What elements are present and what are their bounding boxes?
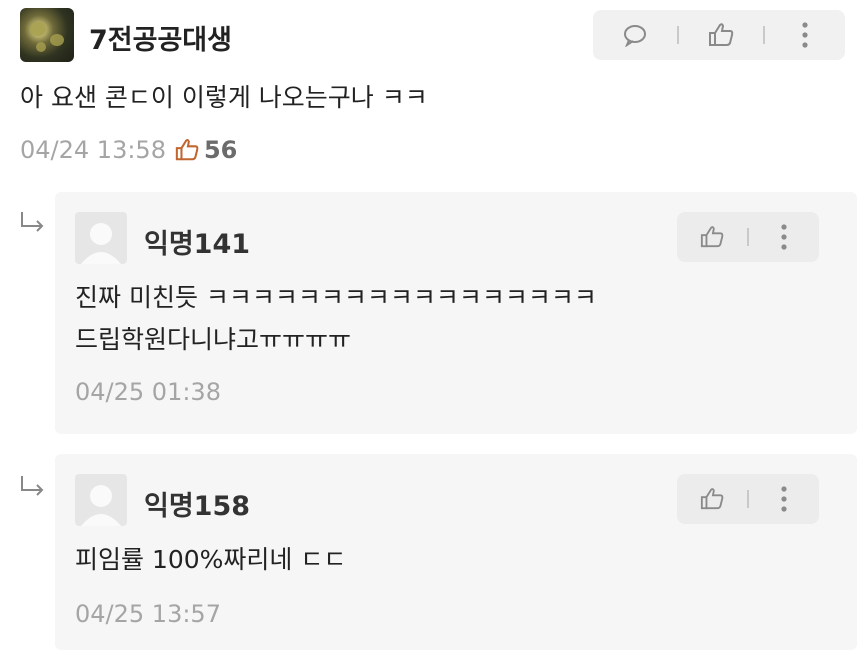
like-button[interactable] <box>679 22 763 48</box>
more-button[interactable] <box>749 223 819 251</box>
reply-text-line: 피임률 100%짜리네 ㄷㄷ <box>75 545 347 574</box>
reply-comment: 익명158 피임률 100%짜리네 ㄷㄷ 04/25 13:57 <box>55 454 857 650</box>
like-button[interactable] <box>677 225 747 249</box>
comment-text: 아 요샌 콘ㄷ이 이렇게 나오는구나 ㅋㅋ <box>20 83 428 112</box>
like-count: 56 <box>174 136 237 164</box>
more-icon <box>781 486 787 512</box>
main-comment: 7전공공대생 아 요샌 콘ㄷ이 이렇게 나오는구나 ㅋㅋ 04/24 13:58 <box>0 0 865 190</box>
more-icon <box>781 224 787 250</box>
reply-date: 04/25 01:38 <box>75 378 221 406</box>
thumbs-up-icon <box>175 139 199 161</box>
reply-author[interactable]: 익명158 <box>144 484 250 523</box>
reply-text-line: 드립학원다니냐고ㅠㅠㅠㅠ <box>75 325 352 354</box>
comment-icon <box>624 25 646 47</box>
like-count-value: 56 <box>203 136 238 164</box>
avatar[interactable] <box>20 8 74 62</box>
reply-author[interactable]: 익명141 <box>144 222 250 261</box>
thumbs-up-icon <box>700 226 724 248</box>
thumbs-up-icon <box>709 23 734 46</box>
reply-date: 04/25 13:57 <box>75 600 221 628</box>
like-button[interactable] <box>677 487 747 511</box>
reply-toolbar <box>677 212 819 262</box>
comment-toolbar <box>593 10 845 60</box>
reply-toolbar <box>677 474 819 524</box>
reply-arrow-icon <box>21 476 44 496</box>
reply-comment: 익명141 진짜 미친듯 ㅋㅋㅋㅋㅋㅋㅋㅋㅋㅋㅋㅋㅋㅋㅋㅋㅋ 드립학원다니냐고ㅠ… <box>55 192 857 434</box>
thumbs-up-icon <box>700 488 724 510</box>
more-icon <box>802 22 808 48</box>
reply-arrow-icon <box>21 212 44 232</box>
avatar[interactable] <box>75 212 127 264</box>
avatar[interactable] <box>75 474 127 526</box>
comment-meta: 04/24 13:58 56 <box>20 136 237 164</box>
comment-date: 04/24 13:58 <box>20 136 166 164</box>
reply-button[interactable] <box>593 23 677 47</box>
more-button[interactable] <box>749 485 819 513</box>
more-button[interactable] <box>765 21 845 49</box>
reply-text-line: 진짜 미친듯 ㅋㅋㅋㅋㅋㅋㅋㅋㅋㅋㅋㅋㅋㅋㅋㅋㅋ <box>75 283 597 312</box>
comment-author[interactable]: 7전공공대생 <box>89 18 232 57</box>
anonymous-avatar-icon <box>81 223 121 264</box>
anonymous-avatar-icon <box>81 485 121 526</box>
